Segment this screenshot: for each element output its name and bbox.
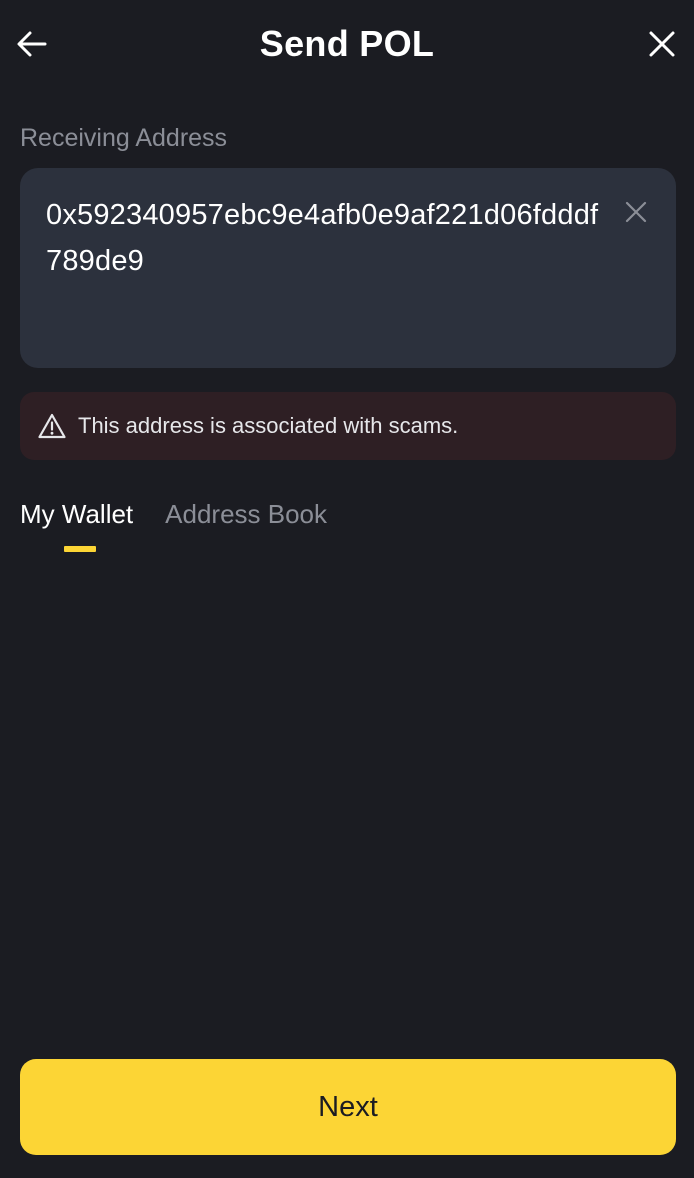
tab-address-book[interactable]: Address Book xyxy=(165,496,327,556)
active-tab-indicator xyxy=(64,546,96,552)
receiving-address-label: Receiving Address xyxy=(20,124,228,152)
scam-warning-banner: This address is associated with scams. xyxy=(20,392,676,460)
clear-address-button[interactable] xyxy=(622,198,650,226)
address-input[interactable]: 0x592340957ebc9e4afb0e9af221d06fdddf789d… xyxy=(20,168,676,368)
next-button[interactable]: Next xyxy=(20,1059,676,1155)
page-title: Send POL xyxy=(259,23,435,64)
address-value[interactable]: 0x592340957ebc9e4afb0e9af221d06fdddf789d… xyxy=(46,192,606,284)
clear-icon xyxy=(625,201,647,223)
close-icon xyxy=(649,31,675,57)
address-source-tabs: My Wallet Address Book xyxy=(20,496,359,556)
warning-triangle-icon xyxy=(38,412,66,440)
warning-text: This address is associated with scams. xyxy=(78,413,459,438)
close-button[interactable] xyxy=(644,26,680,62)
header: Send POL xyxy=(0,0,694,90)
